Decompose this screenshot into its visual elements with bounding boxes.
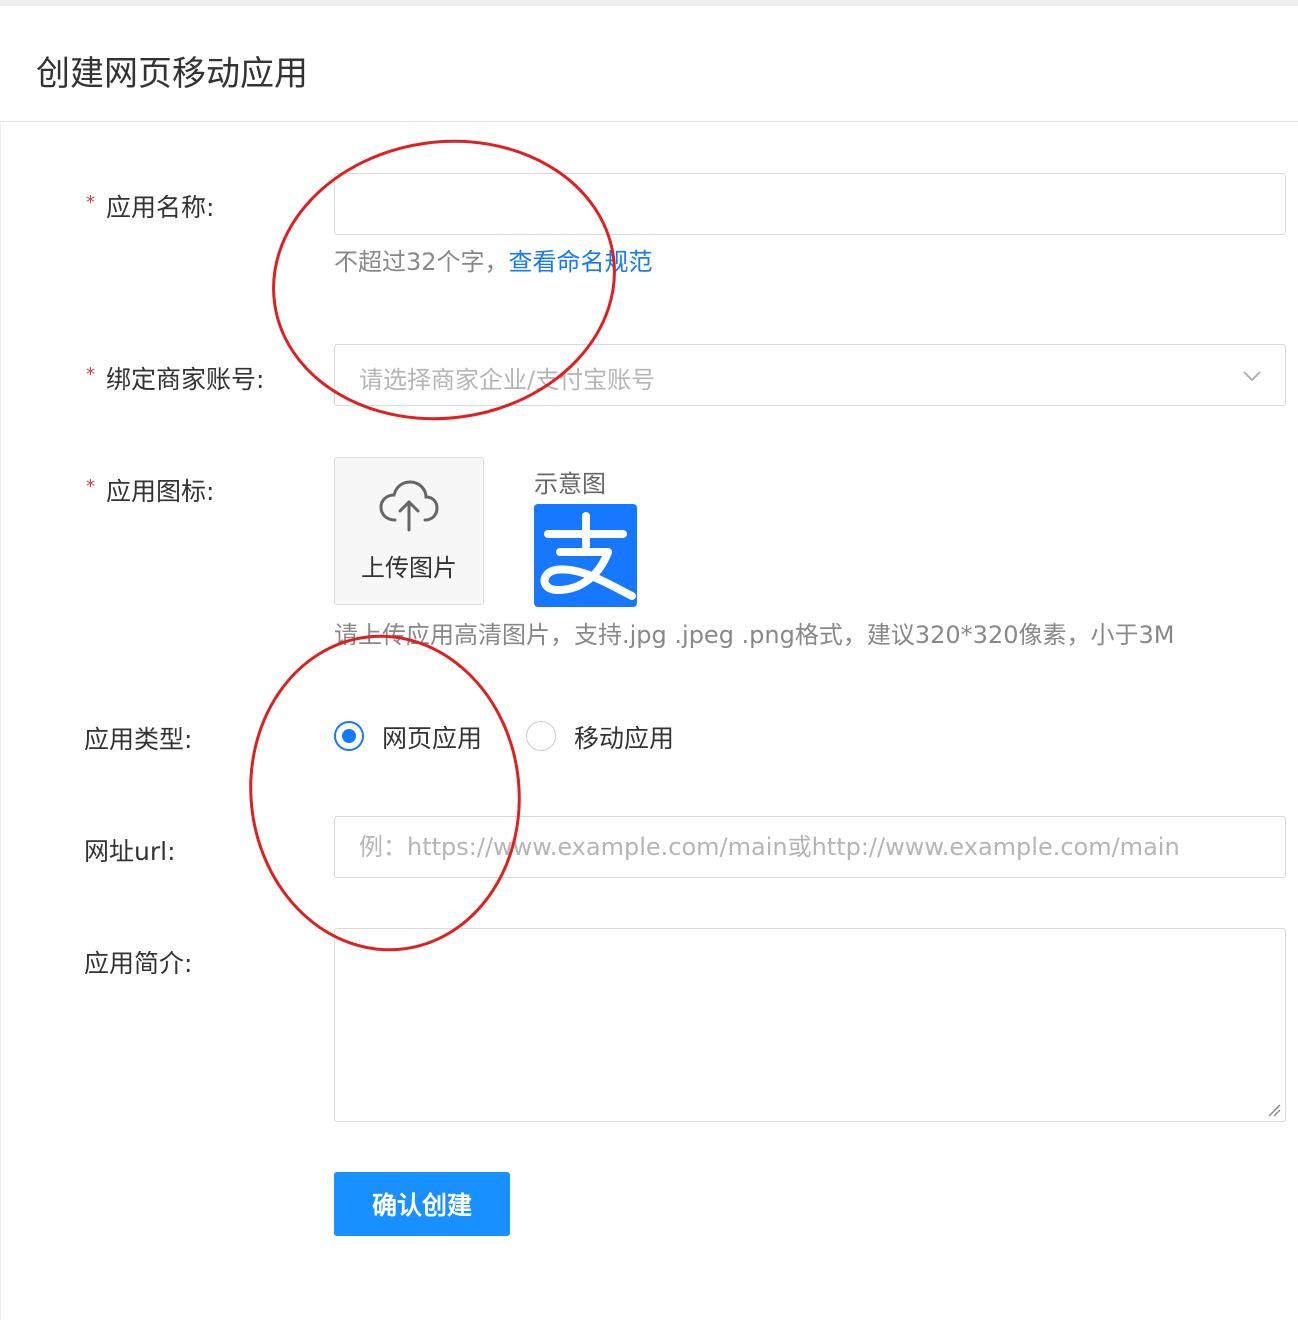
radio-web-app[interactable] xyxy=(334,721,364,751)
app-icon-label: * 应用图标: xyxy=(86,472,215,508)
radio-mobile-app[interactable] xyxy=(526,721,556,751)
page-title: 创建网页移动应用 xyxy=(36,54,308,94)
alipay-logo-icon xyxy=(540,512,636,600)
merchant-account-label-text: 绑定商家账号: xyxy=(106,365,265,394)
description-textarea[interactable] xyxy=(334,928,1286,1122)
alipay-logo xyxy=(534,504,637,607)
confirm-create-button[interactable]: 确认创建 xyxy=(334,1172,510,1236)
merchant-account-placeholder: 请选择商家企业/支付宝账号 xyxy=(359,366,656,394)
app-name-label-text: 应用名称: xyxy=(106,193,215,222)
upload-image-button[interactable]: 上传图片 xyxy=(334,457,484,605)
resize-handle-icon[interactable] xyxy=(1267,1103,1281,1117)
app-name-input[interactable] xyxy=(334,173,1286,235)
app-name-label: * 应用名称: xyxy=(86,188,215,224)
required-mark: * xyxy=(86,364,95,385)
page-header: 创建网页移动应用 xyxy=(0,6,1298,122)
app-name-hint-text: 不超过32个字， xyxy=(334,248,509,276)
url-input[interactable] xyxy=(334,816,1286,878)
description-label: 应用简介: xyxy=(84,949,193,978)
app-icon-label-text: 应用图标: xyxy=(106,477,215,506)
url-label: 网址url: xyxy=(84,837,176,866)
app-icon-hint: 请上传应用高清图片，支持.jpg .jpeg .png格式，建议320*320像… xyxy=(334,621,1175,649)
cloud-upload-icon xyxy=(379,480,439,532)
merchant-account-select[interactable]: 请选择商家企业/支付宝账号 xyxy=(334,344,1286,406)
required-mark: * xyxy=(86,192,95,213)
required-mark: * xyxy=(86,476,95,497)
upload-image-label: 上传图片 xyxy=(361,554,457,582)
app-name-hint: 不超过32个字，查看命名规范 xyxy=(334,242,653,277)
merchant-account-label: * 绑定商家账号: xyxy=(86,360,265,396)
left-edge-divider xyxy=(0,122,1,1320)
radio-web-app-label[interactable]: 网页应用 xyxy=(382,719,482,755)
app-type-label: 应用类型: xyxy=(84,725,193,754)
sample-image-title: 示意图 xyxy=(534,470,606,498)
radio-mobile-app-label[interactable]: 移动应用 xyxy=(574,719,674,755)
naming-rules-link[interactable]: 查看命名规范 xyxy=(509,248,653,276)
chevron-down-icon xyxy=(1243,371,1261,382)
annotation-circle-type-url xyxy=(249,634,521,952)
